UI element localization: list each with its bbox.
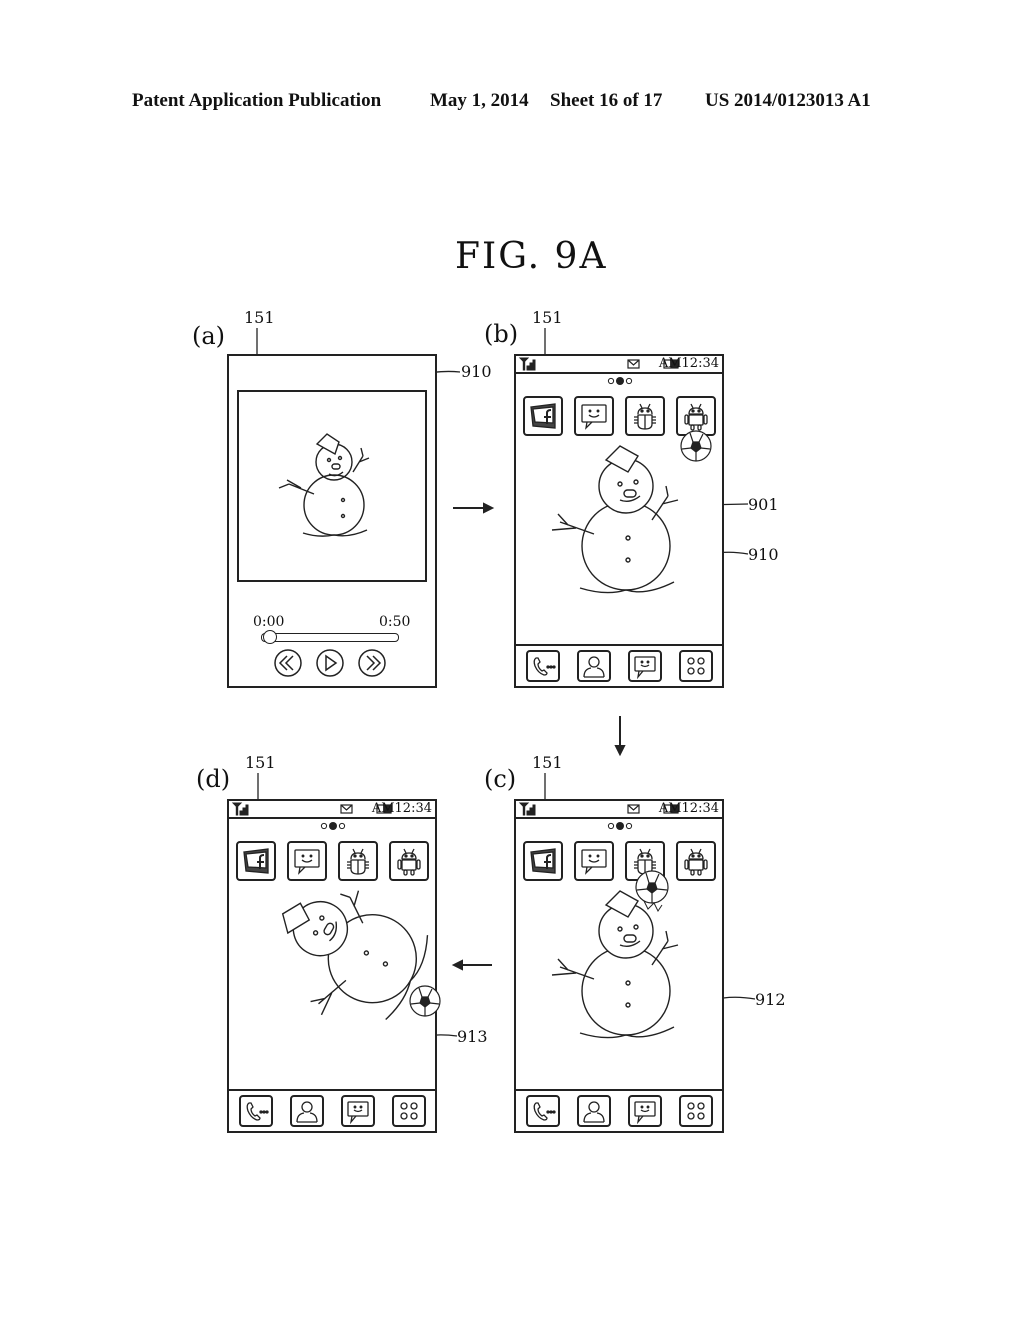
messaging-dock-icon[interactable] xyxy=(341,1095,375,1127)
leader-lines-d xyxy=(257,773,458,1039)
ref-screen-d: 913 xyxy=(457,1027,488,1046)
status-time: AM12:34 xyxy=(371,801,432,816)
android-app-icon[interactable] xyxy=(389,841,429,881)
phone-screen-d: AM12:34 xyxy=(227,799,441,1133)
messaging-app-icon[interactable] xyxy=(287,841,327,881)
android-bug-app-icon[interactable] xyxy=(338,841,378,881)
page-indicator xyxy=(320,822,346,830)
status-bar: AM12:34 xyxy=(229,801,435,819)
phone-dock-icon[interactable] xyxy=(239,1095,273,1127)
soccer-ball[interactable] xyxy=(409,985,441,1017)
snowman[interactable] xyxy=(249,864,439,1046)
app-drawer-dock-icon[interactable] xyxy=(392,1095,426,1127)
signal-icon xyxy=(231,802,249,816)
message-icon xyxy=(340,804,353,814)
page-dot-2-active[interactable] xyxy=(329,822,337,830)
page-dot-3[interactable] xyxy=(338,822,346,830)
page-dot-1[interactable] xyxy=(320,822,328,830)
facebook-app-icon[interactable] xyxy=(236,841,276,881)
dock-bar xyxy=(229,1089,435,1131)
contacts-dock-icon[interactable] xyxy=(290,1095,324,1127)
